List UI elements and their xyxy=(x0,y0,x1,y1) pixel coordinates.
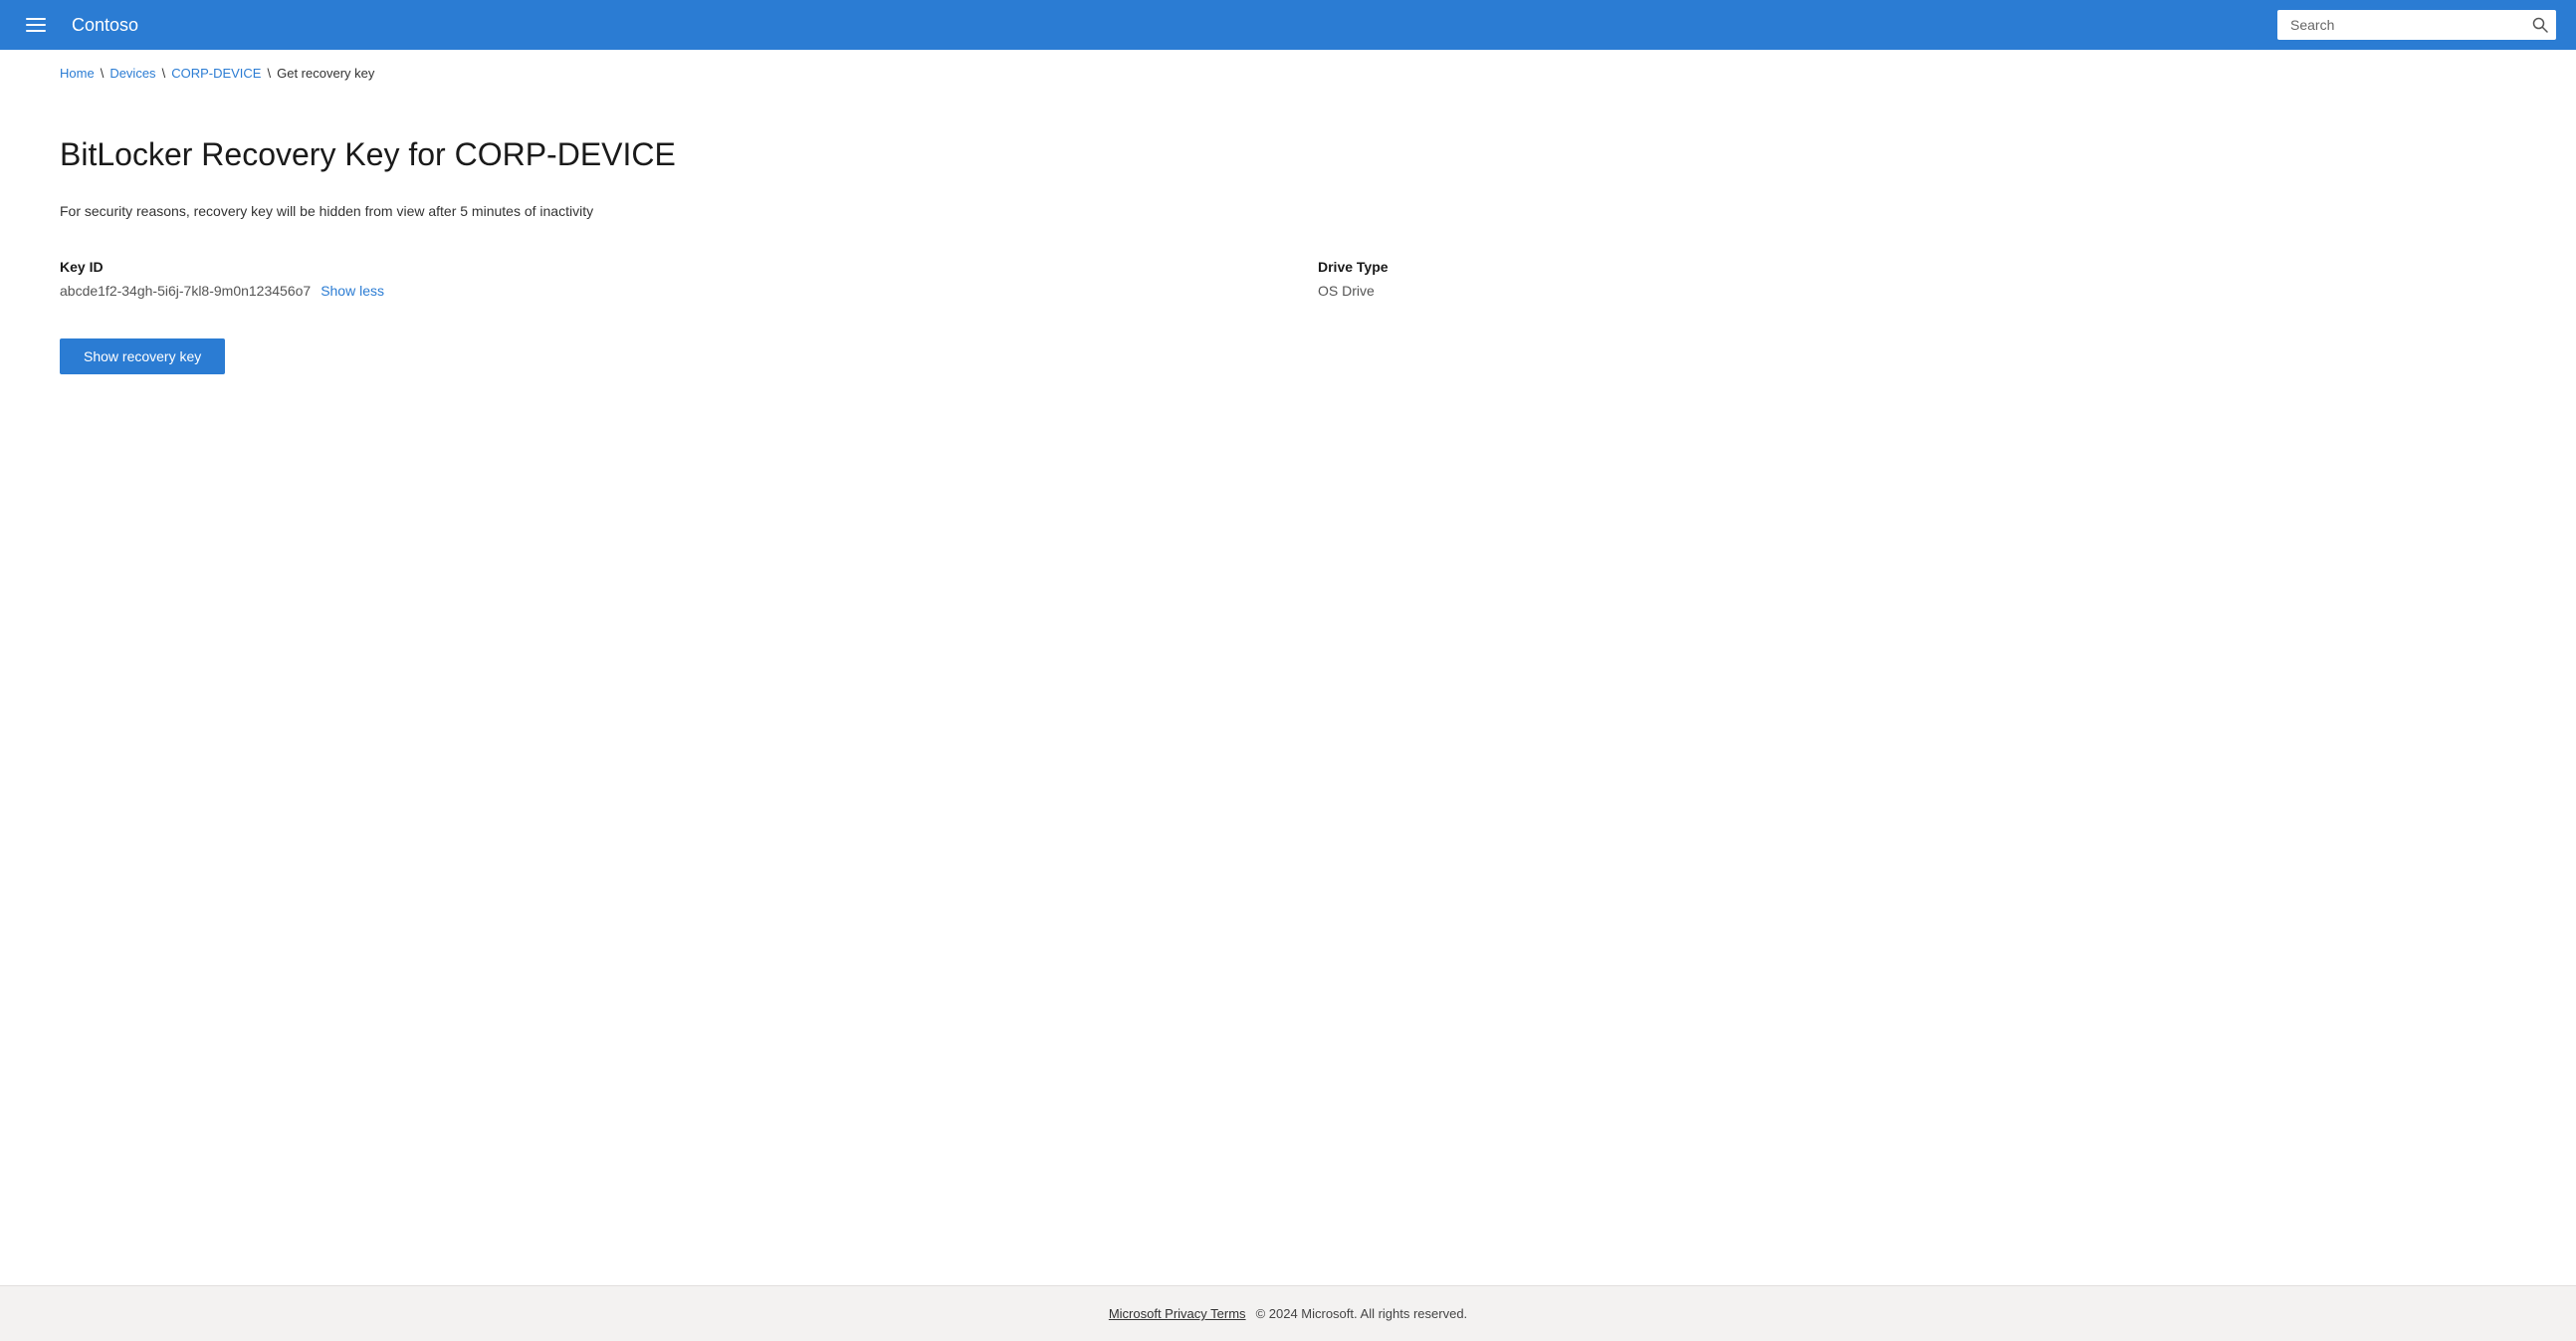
header: Contoso xyxy=(0,0,2576,50)
security-notice: For security reasons, recovery key will … xyxy=(60,203,2516,219)
brand-title: Contoso xyxy=(72,15,2277,36)
key-id-label: Key ID xyxy=(60,259,1258,275)
breadcrumb-device[interactable]: CORP-DEVICE xyxy=(171,66,261,81)
breadcrumb-home[interactable]: Home xyxy=(60,66,95,81)
search-container xyxy=(2277,10,2556,40)
drive-type-field: Drive Type OS Drive xyxy=(1318,259,2516,299)
breadcrumb-devices[interactable]: Devices xyxy=(109,66,155,81)
content-area: BitLocker Recovery Key for CORP-DEVICE F… xyxy=(0,97,2576,1285)
search-icon xyxy=(2532,17,2548,33)
breadcrumb-sep-2: \ xyxy=(162,66,166,81)
breadcrumb: Home \ Devices \ CORP-DEVICE \ Get recov… xyxy=(0,50,2576,97)
breadcrumb-sep-1: \ xyxy=(101,66,105,81)
search-button[interactable] xyxy=(2532,17,2548,33)
breadcrumb-current: Get recovery key xyxy=(277,66,374,81)
search-input[interactable] xyxy=(2277,10,2556,40)
main-wrapper: Home \ Devices \ CORP-DEVICE \ Get recov… xyxy=(0,50,2576,1285)
breadcrumb-sep-3: \ xyxy=(267,66,271,81)
menu-hamburger-button[interactable] xyxy=(20,12,52,38)
privacy-terms-link[interactable]: Microsoft Privacy Terms xyxy=(1109,1306,1246,1321)
footer: Microsoft Privacy Terms © 2024 Microsoft… xyxy=(0,1285,2576,1341)
drive-type-value: OS Drive xyxy=(1318,283,2516,299)
key-id-value: abcde1f2-34gh-5i6j-7kl8-9m0n123456o7 xyxy=(60,283,311,299)
show-less-link[interactable]: Show less xyxy=(321,283,384,299)
show-recovery-key-button[interactable]: Show recovery key xyxy=(60,338,225,374)
page-title: BitLocker Recovery Key for CORP-DEVICE xyxy=(60,136,2516,173)
key-section: Key ID abcde1f2-34gh-5i6j-7kl8-9m0n12345… xyxy=(60,259,2516,299)
key-id-value-row: abcde1f2-34gh-5i6j-7kl8-9m0n123456o7 Sho… xyxy=(60,283,1258,299)
key-id-field: Key ID abcde1f2-34gh-5i6j-7kl8-9m0n12345… xyxy=(60,259,1258,299)
drive-type-label: Drive Type xyxy=(1318,259,2516,275)
copyright-text: © 2024 Microsoft. All rights reserved. xyxy=(1256,1306,1468,1321)
